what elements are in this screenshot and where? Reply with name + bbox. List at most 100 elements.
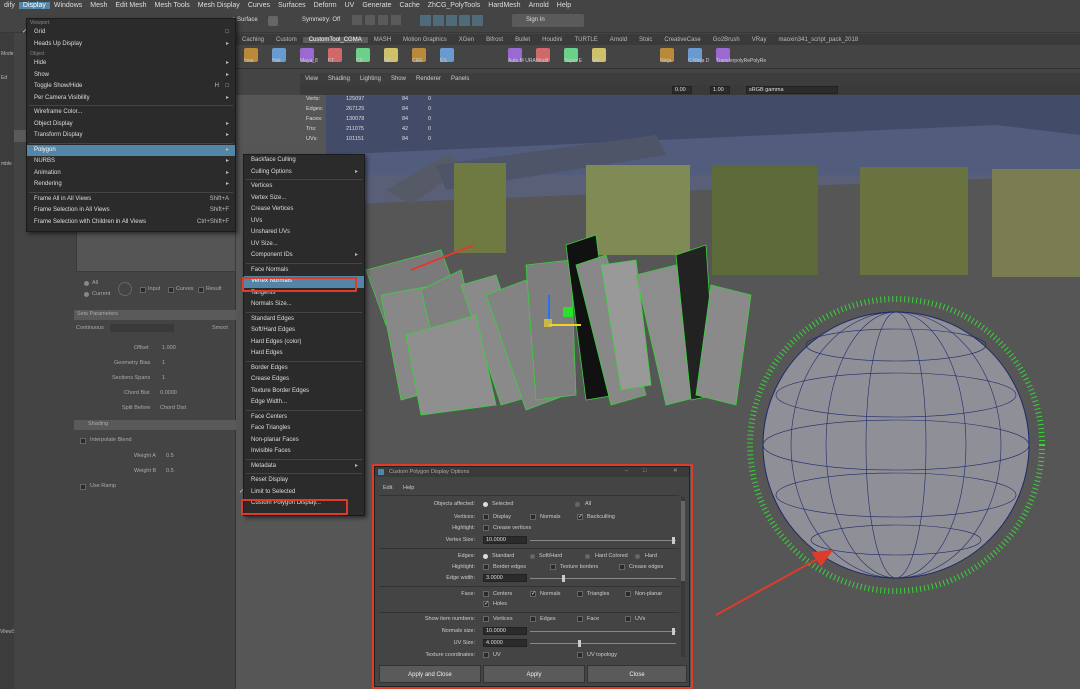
gamma-field[interactable]: 1.00 bbox=[710, 86, 730, 94]
weight-a-value[interactable]: 0.5 bbox=[166, 453, 174, 459]
menu-item-non-planar-faces[interactable]: Non-planar Faces bbox=[244, 435, 364, 447]
symmetry-dropdown[interactable]: Symmetry: Off bbox=[302, 17, 340, 23]
menu-item-animation[interactable]: Animation ▸ bbox=[27, 168, 235, 180]
sign-in-button[interactable]: Sign In bbox=[512, 14, 584, 27]
menu-item-transform-display[interactable]: Transform Display ▸ bbox=[27, 130, 235, 142]
panel-menu-lighting[interactable]: Lighting bbox=[355, 76, 386, 82]
menu-item-unshared-uvs[interactable]: Unshared UVs bbox=[244, 227, 364, 239]
menu-item-uv-size[interactable]: UV Size... bbox=[244, 239, 364, 251]
menu-display[interactable]: Display bbox=[18, 2, 50, 9]
shelf-tab-xgen[interactable]: XGen bbox=[453, 37, 480, 43]
radio-current[interactable] bbox=[84, 292, 89, 297]
snap-plane-icon[interactable] bbox=[391, 15, 401, 25]
result-checkbox[interactable] bbox=[198, 287, 204, 293]
option-box-icon[interactable]: □ bbox=[225, 27, 229, 39]
shelf-tab-custom[interactable]: Custom bbox=[270, 37, 303, 43]
panel-menu-show[interactable]: Show bbox=[386, 76, 411, 82]
menu-item-nurbs[interactable]: NURBS ▸ bbox=[27, 156, 235, 168]
weight-b-value[interactable]: 0.5 bbox=[166, 468, 174, 474]
menu-item-reset-display[interactable]: Reset Display bbox=[244, 475, 364, 487]
shelf-tab-maoxin341-script-pack-2018[interactable]: maoxin341_script_pack_2018 bbox=[772, 37, 864, 43]
input-checkbox[interactable] bbox=[140, 287, 146, 293]
menu-help[interactable]: Help bbox=[553, 2, 575, 9]
menu-deform[interactable]: Deform bbox=[310, 2, 341, 9]
shelf-tab-customtool-cgma[interactable]: CustomTool_CGMA bbox=[302, 36, 368, 43]
menu-item-soft-hard-edges[interactable]: Soft/Hard Edges bbox=[244, 325, 364, 337]
menu-item-vertices[interactable]: Vertices bbox=[244, 181, 364, 193]
radio-all[interactable] bbox=[84, 281, 89, 286]
shelf-tab-motion-graphics[interactable]: Motion Graphics bbox=[397, 37, 453, 43]
menu-item-hard-edges[interactable]: Hard Edges bbox=[244, 348, 364, 360]
panel-menu-renderer[interactable]: Renderer bbox=[411, 76, 446, 82]
snap-point-icon[interactable] bbox=[378, 15, 388, 25]
shelf-tab-bullet[interactable]: Bullet bbox=[509, 37, 536, 43]
menu-surfaces[interactable]: Surfaces bbox=[274, 2, 310, 9]
menu-uv[interactable]: UV bbox=[341, 2, 359, 9]
use-ramp-checkbox[interactable] bbox=[80, 484, 86, 490]
panel-menu-panels[interactable]: Panels bbox=[446, 76, 474, 82]
shelf-tab-bifrost[interactable]: Bifrost bbox=[480, 37, 509, 43]
menu-generate[interactable]: Generate bbox=[358, 2, 395, 9]
menu-item-rendering[interactable]: Rendering ▸ bbox=[27, 179, 235, 191]
menu-hardmesh[interactable]: HardMesh bbox=[484, 2, 524, 9]
menu-item-edge-width[interactable]: Edge Width... bbox=[244, 397, 364, 409]
shelf-tab-go2brush[interactable]: Go2Brush bbox=[707, 37, 746, 43]
shelf-tab-caching[interactable]: Caching bbox=[236, 37, 270, 43]
menu-mesh-tools[interactable]: Mesh Tools bbox=[151, 2, 194, 9]
menu-item-hide[interactable]: Hide ▸ bbox=[27, 58, 235, 70]
menu-item-frame-selection-with-children-in-all-views[interactable]: Frame Selection with Children in All Vie… bbox=[27, 217, 235, 229]
menu-arnold[interactable]: Arnold bbox=[525, 2, 553, 9]
menu-item-normals-size[interactable]: Normals Size... bbox=[244, 299, 364, 311]
color-space-dropdown[interactable]: sRGB gamma bbox=[746, 86, 838, 94]
section-shading[interactable]: Shading bbox=[74, 420, 236, 430]
curves-checkbox[interactable] bbox=[168, 287, 174, 293]
menu-item-uvs[interactable]: UVs bbox=[244, 216, 364, 228]
menu-item-backface-culling[interactable]: Backface Culling bbox=[244, 155, 364, 167]
continuity-dropdown[interactable] bbox=[110, 324, 174, 332]
menu-item-grid[interactable]: ✓ Grid □ bbox=[22, 27, 235, 39]
panel-menu-view[interactable]: View bbox=[300, 76, 323, 82]
sections-value[interactable]: 1 bbox=[162, 375, 165, 381]
offset-value[interactable]: 1.000 bbox=[162, 345, 176, 351]
interp-checkbox[interactable] bbox=[80, 438, 86, 444]
menu-item-frame-selection-in-all-views[interactable]: Frame Selection in All Views Shift+F bbox=[27, 205, 235, 217]
menu-cache[interactable]: Cache bbox=[396, 2, 424, 9]
menu-item-per-camera-visibility[interactable]: Per Camera Visibility ▸ bbox=[27, 93, 235, 105]
menu-item-wireframe-color[interactable]: Wireframe Color... bbox=[27, 107, 235, 119]
hypershade-icon[interactable] bbox=[459, 15, 470, 26]
exposure-field[interactable]: 0.00 bbox=[672, 86, 692, 94]
menu-item-face-centers[interactable]: Face Centers bbox=[244, 412, 364, 424]
menu-item-object-display[interactable]: Object Display ▸ bbox=[27, 119, 235, 131]
shelf-tab-creativecase[interactable]: CreativeCase bbox=[658, 37, 706, 43]
menu-item-standard-edges[interactable]: Standard Edges bbox=[244, 314, 364, 326]
ipr-icon[interactable] bbox=[433, 15, 444, 26]
menu-item-frame-all-in-all-views[interactable]: Frame All in All Views Shift+A bbox=[27, 194, 235, 206]
menu-item-hard-edges-color[interactable]: Hard Edges (color) bbox=[244, 337, 364, 349]
menu-item-toggle-show-hide[interactable]: Toggle Show/Hide H □ bbox=[27, 81, 235, 93]
menu-item-border-edges[interactable]: Border Edges bbox=[244, 363, 364, 375]
mode-icon[interactable] bbox=[268, 16, 278, 26]
render-settings-icon[interactable] bbox=[446, 15, 457, 26]
snap-curve-icon[interactable] bbox=[365, 15, 375, 25]
shelf-tab-vray[interactable]: VRay bbox=[746, 37, 773, 43]
menu-item-vertex-size[interactable]: Vertex Size... bbox=[244, 193, 364, 205]
shelf-tab-arnold[interactable]: Arnold bbox=[604, 37, 633, 43]
menu-item-invisible-faces[interactable]: Invisible Faces bbox=[244, 446, 364, 458]
section-sets-params[interactable]: Sets Parameters bbox=[74, 310, 236, 320]
swap-icon[interactable] bbox=[118, 282, 132, 296]
snap-grid-icon[interactable] bbox=[352, 15, 362, 25]
chord-value[interactable]: 0.0000 bbox=[160, 390, 177, 396]
menu-item-polygon[interactable]: Polygon ▸ bbox=[27, 144, 235, 156]
menu-zhcg-polytools[interactable]: ZhCG_PolyTools bbox=[424, 2, 485, 9]
menu-item-heads-up-display[interactable]: Heads Up Display ▸ bbox=[27, 39, 235, 51]
render-view-icon[interactable] bbox=[472, 15, 483, 26]
menu-item-face-triangles[interactable]: Face Triangles bbox=[244, 423, 364, 435]
menu-item-component-ids[interactable]: Component IDs ▸ bbox=[244, 250, 364, 262]
panel-menu-shading[interactable]: Shading bbox=[323, 76, 355, 82]
option-box-icon[interactable]: □ bbox=[225, 81, 229, 93]
render-icon[interactable] bbox=[420, 15, 431, 26]
menu-mesh[interactable]: Mesh bbox=[86, 2, 111, 9]
shelf-tab-turtle[interactable]: TURTLE bbox=[568, 37, 603, 43]
menu-curves[interactable]: Curves bbox=[244, 2, 274, 9]
menu-item-metadata[interactable]: Metadata ▸ bbox=[244, 461, 364, 473]
